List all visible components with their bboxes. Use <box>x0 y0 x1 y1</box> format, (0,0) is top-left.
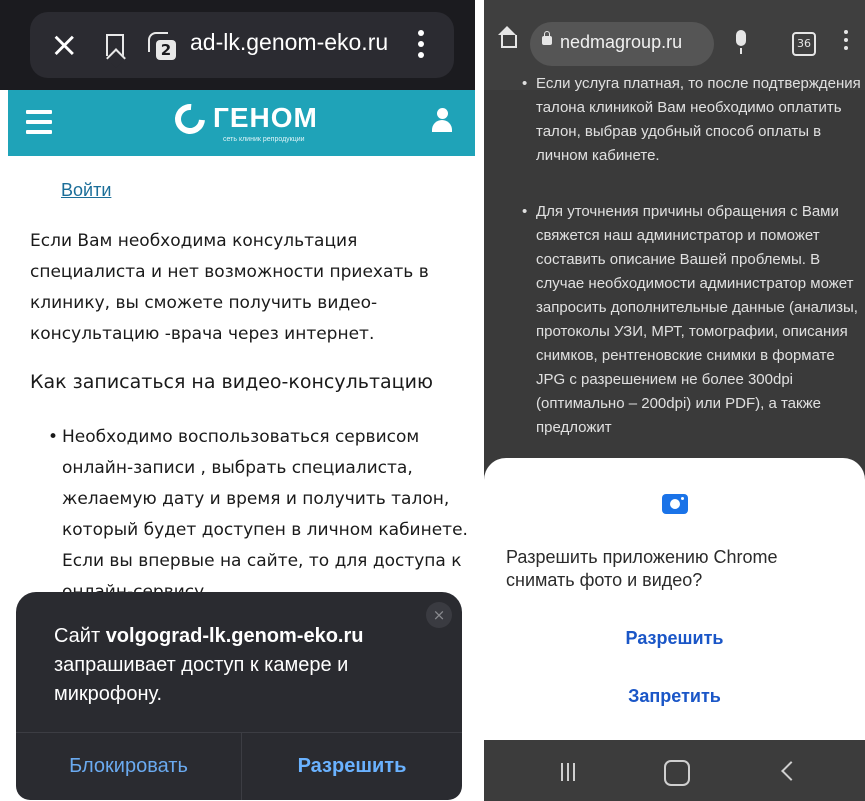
bullet-icon: • <box>522 75 528 92</box>
bookmark-icon[interactable] <box>106 34 124 56</box>
page-content: • Если услуга платная, то после подтверж… <box>484 68 865 458</box>
login-link[interactable]: Войти <box>61 180 111 201</box>
site-logo[interactable]: ГЕНОМ сеть клиник репродукции <box>168 97 325 146</box>
list-item: • Если услуга платная, то после подтверж… <box>522 72 861 168</box>
url-text[interactable]: nedmagroup.ru <box>560 32 682 53</box>
list-item-text: Если услуга платная, то после подтвержде… <box>536 75 861 164</box>
address-bar[interactable]: nedmagroup.ru <box>530 22 714 66</box>
tabs-count[interactable]: 36 <box>792 32 816 56</box>
deny-button[interactable]: Запретить <box>484 686 865 707</box>
section-heading: Как записаться на видео-консультацию <box>30 371 433 393</box>
permission-question: Разрешить приложению Chrome снимать фото… <box>506 547 778 590</box>
yandex-browser-screenshot: × 2 ad-lk.genom-eko.ru ГЕНОМ сеть клиник… <box>0 0 475 801</box>
list-item: • Для уточнения причины обращения с Вами… <box>522 200 861 440</box>
recents-icon[interactable] <box>559 763 577 781</box>
site-domain: volgograd-lk.genom-eko.ru <box>105 625 364 647</box>
bullet-icon: • <box>48 427 59 447</box>
site-header: ГЕНОМ сеть клиник репродукции <box>8 90 475 156</box>
user-icon[interactable] <box>432 108 452 134</box>
home-button-icon[interactable] <box>664 760 690 786</box>
chrome-browser-screenshot: nedmagroup.ru 36 • Если услуга платная, … <box>484 0 865 801</box>
bullet-icon: • <box>522 203 528 220</box>
message-prefix: Сайт <box>54 625 106 647</box>
logo-name: ГЕНОМ <box>213 102 318 133</box>
microphone-icon[interactable] <box>736 30 746 54</box>
hamburger-menu-icon[interactable] <box>26 110 52 140</box>
list-item-text: Необходимо воспользоваться сервисом онла… <box>62 427 468 602</box>
permission-dialog: × Сайт volgograd-lk.genom-eko.ru запраши… <box>16 592 462 800</box>
system-navbar <box>484 740 865 801</box>
logo-subtitle: сеть клиник репродукции <box>223 136 305 143</box>
url-text[interactable]: ad-lk.genom-eko.ru <box>190 29 388 56</box>
close-icon[interactable]: × <box>50 26 79 64</box>
list-item: • Необходимо воспользоваться сервисом он… <box>48 422 472 608</box>
lock-icon[interactable] <box>542 31 552 45</box>
message-suffix: запрашивает доступ к камере и микрофону. <box>54 654 349 705</box>
logo-ring-icon <box>168 97 212 141</box>
list-item-text: Для уточнения причины обращения с Вами с… <box>536 203 858 436</box>
kebab-menu-icon[interactable] <box>844 30 848 54</box>
tabs-count: 2 <box>156 40 176 60</box>
home-icon[interactable] <box>498 26 517 49</box>
permission-message: Сайт volgograd-lk.genom-eko.ru запрашива… <box>54 622 434 709</box>
allow-button[interactable]: Разрешить <box>242 733 462 799</box>
allow-button[interactable]: Разрешить <box>484 628 865 649</box>
address-bar[interactable]: × 2 ad-lk.genom-eko.ru <box>30 12 454 78</box>
tabs-icon[interactable]: 2 <box>148 32 176 60</box>
browser-toolbar: × 2 ad-lk.genom-eko.ru <box>0 0 475 90</box>
block-button[interactable]: Блокировать <box>16 733 241 799</box>
permission-sheet: Разрешить приложению Chrome снимать фото… <box>484 458 865 740</box>
kebab-menu-icon[interactable] <box>418 30 424 63</box>
intro-paragraph: Если Вам необходима консультация специал… <box>30 231 429 344</box>
back-icon[interactable] <box>781 761 801 781</box>
camera-icon <box>662 494 688 514</box>
